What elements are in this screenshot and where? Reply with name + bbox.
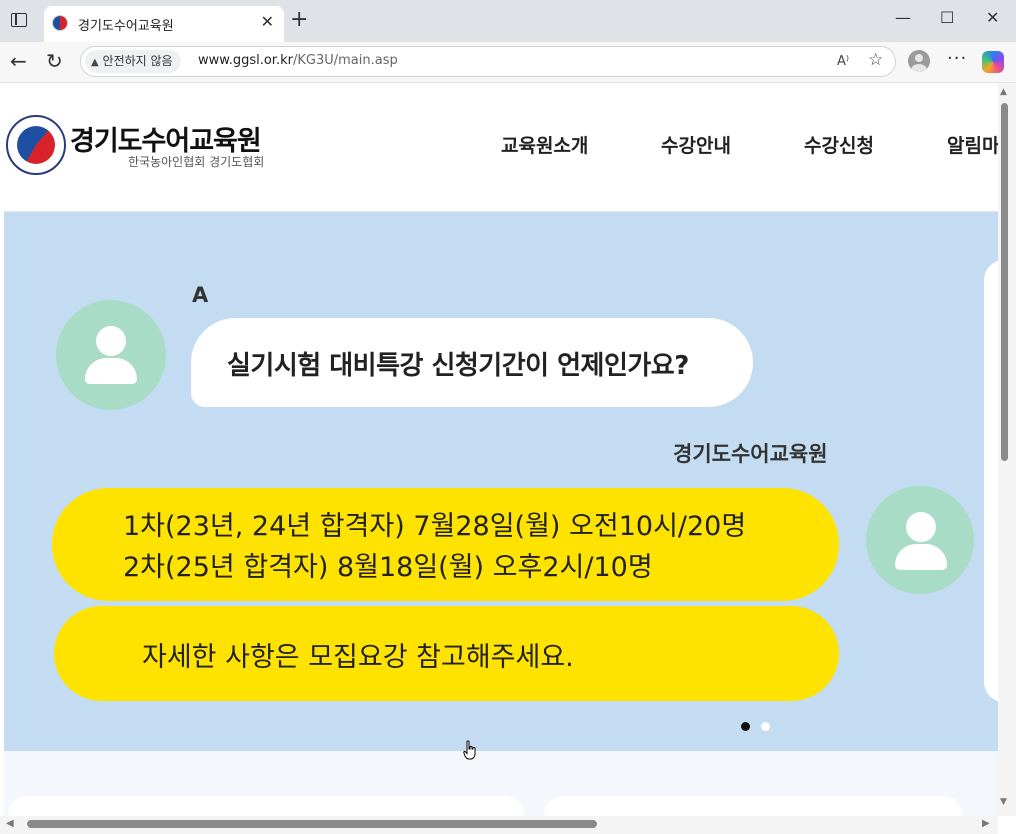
answer-bubble-note: 자세한 사항은 모집요강 참고해주세요.: [54, 606, 839, 701]
nav-item-about[interactable]: 교육원소개: [501, 131, 588, 158]
maximize-icon[interactable]: ☐: [940, 8, 954, 28]
site-header: 경기도수어교육원 한국농아인협회 경기도협회 교육원소개 수강안내 수강신청 알…: [4, 83, 998, 212]
site-logo[interactable]: [6, 115, 66, 175]
scroll-up-icon[interactable]: ▲: [1000, 87, 1007, 97]
url-host: www.ggsl.or.kr: [198, 53, 293, 68]
page-viewport: 경기도수어교육원 한국농아인협회 경기도협회 교육원소개 수강안내 수강신청 알…: [4, 83, 998, 816]
answer-note: 자세한 사항은 모집요강 참고해주세요.: [142, 642, 574, 673]
address-bar-row: ← ↻ ▲ 안전하지 않음 www.ggsl.or.kr/KG3U/main.a…: [0, 42, 1016, 83]
site-subtitle: 한국농아인협회 경기도협회: [128, 155, 265, 169]
carousel-dot-2[interactable]: [761, 722, 770, 731]
user-head-shape: [96, 326, 126, 356]
tab-title: 경기도수어교육원: [78, 19, 174, 34]
next-slide-peek: [984, 260, 998, 702]
security-label: 안전하지 않음: [102, 54, 173, 68]
answer-bubble-schedule: 1차(23년, 24년 합격자) 7월28일(월) 오전10시/20명 2차(2…: [52, 488, 839, 601]
answer-author: 경기도수어교육원: [673, 442, 828, 466]
address-bar[interactable]: ▲ 안전하지 않음 www.ggsl.or.kr/KG3U/main.asp A…: [80, 46, 896, 77]
browser-tab[interactable]: 경기도수어교육원 ✕: [44, 6, 284, 42]
reload-icon[interactable]: ↻: [46, 49, 63, 73]
question-bubble: 실기시험 대비특강 신청기간이 언제인가요?: [191, 318, 753, 407]
org-avatar: [866, 486, 974, 594]
user-body-shape: [85, 358, 137, 384]
close-icon[interactable]: ✕: [261, 13, 274, 31]
site-favicon: [52, 15, 68, 31]
content-card-2[interactable]: [544, 796, 962, 816]
more-icon[interactable]: ···: [947, 48, 967, 69]
answer-line-2: 2차(25년 합격자) 8월18일(월) 오후2시/10명: [123, 552, 653, 583]
read-aloud-icon[interactable]: A⁾: [837, 54, 849, 69]
hand-cursor-icon: [463, 740, 476, 760]
minimize-icon[interactable]: —: [895, 8, 911, 28]
vertical-scrollbar[interactable]: ▲ ▼: [998, 83, 1016, 816]
answer-line-1: 1차(23년, 24년 합격자) 7월28일(월) 오전10시/20명: [123, 511, 747, 542]
star-icon[interactable]: ☆: [868, 50, 883, 70]
window-menu-icon[interactable]: [11, 13, 27, 27]
close-window-icon[interactable]: ✕: [986, 8, 999, 28]
profile-icon[interactable]: [908, 50, 930, 72]
content-card-1[interactable]: [8, 796, 524, 816]
back-arrow-icon[interactable]: ←: [10, 49, 27, 73]
user-avatar: [56, 300, 166, 410]
nav-item-course-info[interactable]: 수강안내: [661, 131, 731, 158]
plus-icon[interactable]: +: [290, 9, 308, 31]
nav-item-apply[interactable]: 수강신청: [804, 131, 874, 158]
org-body-shape: [895, 544, 947, 570]
carousel-dot-1[interactable]: [741, 722, 750, 731]
nav-item-notice[interactable]: 알림마: [947, 131, 998, 158]
question-text: 실기시험 대비특강 신청기간이 언제인가요?: [227, 351, 689, 381]
scroll-left-icon[interactable]: ◀: [6, 818, 14, 829]
url-text[interactable]: www.ggsl.or.kr/KG3U/main.asp: [198, 53, 398, 68]
warning-icon: ▲: [91, 57, 99, 68]
copilot-icon[interactable]: [982, 51, 1004, 73]
scroll-right-icon[interactable]: ▶: [982, 818, 990, 829]
browser-tab-bar: 경기도수어교육원 ✕ + — ☐ ✕: [0, 0, 1016, 42]
vertical-scroll-thumb[interactable]: [1001, 103, 1008, 461]
content-section: [4, 751, 998, 816]
url-path: /KG3U/main.asp: [292, 53, 398, 68]
question-author: A: [192, 283, 209, 307]
hero-carousel: A 실기시험 대비특강 신청기간이 언제인가요? 경기도수어교육원 1차(23년…: [4, 212, 998, 751]
org-head-shape: [906, 512, 936, 542]
taegeuk-emblem: [17, 126, 55, 164]
security-chip[interactable]: ▲ 안전하지 않음: [85, 50, 181, 73]
horizontal-scroll-thumb[interactable]: [27, 820, 597, 828]
horizontal-scrollbar[interactable]: ◀ ▶: [0, 816, 998, 834]
scroll-down-icon[interactable]: ▼: [1000, 797, 1007, 807]
